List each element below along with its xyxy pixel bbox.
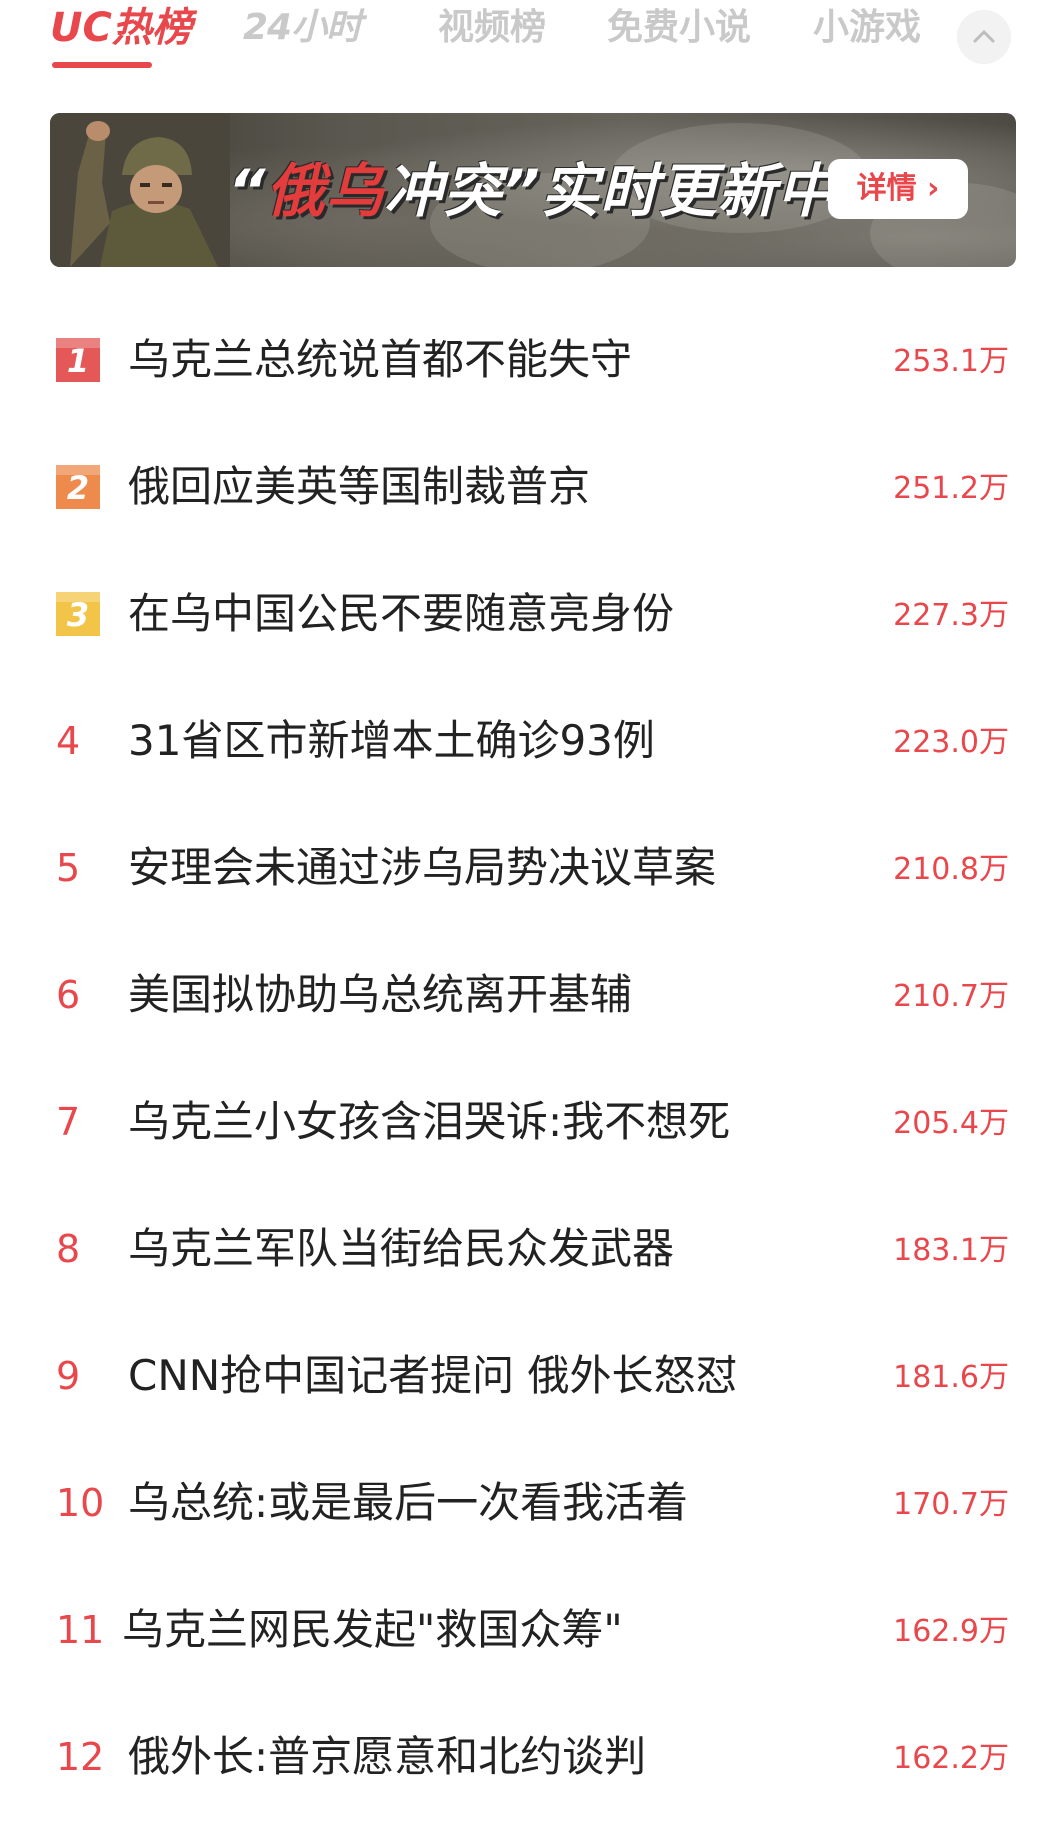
item-heat: 251.2万: [893, 471, 1009, 506]
details-button[interactable]: 详情 ›: [828, 159, 968, 219]
rank-badge-2: 2: [56, 465, 100, 509]
list-item[interactable]: 6 美国拟协助乌总统离开基辅 210.7万: [0, 935, 1063, 1045]
item-title: 乌克兰军队当街给民众发武器: [128, 1224, 675, 1273]
item-heat: 170.7万: [893, 1487, 1009, 1522]
item-title: 在乌中国公民不要随意亮身份: [128, 589, 675, 638]
active-tab-indicator: [52, 62, 152, 68]
item-title: 安理会未通过涉乌局势决议草案: [128, 843, 717, 892]
item-heat: 183.1万: [893, 1233, 1009, 1268]
tab-video-rank[interactable]: 视频榜: [438, 4, 546, 52]
item-heat: 162.2万: [893, 1741, 1009, 1776]
list-item[interactable]: 8 乌克兰军队当街给民众发武器 183.1万: [0, 1189, 1063, 1299]
banner-headline: “俄乌冲突”实时更新中: [228, 157, 836, 225]
tab-free-novel[interactable]: 免费小说: [607, 4, 751, 52]
list-item[interactable]: 2 俄回应美英等国制裁普京 251.2万: [0, 427, 1063, 537]
item-title: 乌总统:或是最后一次看我活着: [128, 1478, 689, 1527]
tab-mini-games[interactable]: 小游戏: [813, 4, 921, 52]
item-heat: 205.4万: [893, 1106, 1009, 1141]
item-title: 31省区市新增本土确诊93例: [128, 716, 655, 765]
tab-24-hours[interactable]: 24小时: [243, 4, 362, 52]
list-item[interactable]: 5 安理会未通过涉乌局势决议草案 210.8万: [0, 808, 1063, 918]
soldier-image: [50, 113, 230, 267]
item-title: 美国拟协助乌总统离开基辅: [128, 970, 633, 1019]
list-item[interactable]: 3 在乌中国公民不要随意亮身份 227.3万: [0, 554, 1063, 664]
list-item[interactable]: 10 乌总统:或是最后一次看我活着 170.7万: [0, 1443, 1063, 1553]
list-item[interactable]: 9 CNN抢中国记者提问 俄外长怒怼 181.6万: [0, 1316, 1063, 1426]
top-tab-bar: UC热榜 24小时 视频榜 免费小说 小游戏: [0, 0, 1063, 80]
list-item[interactable]: 11 乌克兰网民发起"救国众筹" 162.9万: [0, 1570, 1063, 1680]
chevron-up-icon: [973, 30, 995, 43]
rank-number: 12: [56, 1735, 105, 1779]
item-title: 俄回应美英等国制裁普京: [128, 462, 591, 511]
item-heat: 210.7万: [893, 979, 1009, 1014]
item-title: CNN抢中国记者提问 俄外长怒怼: [128, 1351, 738, 1400]
collapse-button[interactable]: [957, 10, 1011, 64]
item-heat: 210.8万: [893, 852, 1009, 887]
list-item[interactable]: 12 俄外长:普京愿意和北约谈判 162.2万: [0, 1697, 1063, 1807]
list-item[interactable]: 4 31省区市新增本土确诊93例 223.0万: [0, 681, 1063, 791]
list-item[interactable]: 7 乌克兰小女孩含泪哭诉:我不想死 205.4万: [0, 1062, 1063, 1172]
rank-badge-3: 3: [56, 592, 100, 636]
rank-number: 7: [56, 1100, 81, 1144]
rank-number: 10: [56, 1481, 105, 1525]
item-heat: 227.3万: [893, 598, 1009, 633]
item-title: 乌克兰网民发起"救国众筹": [122, 1605, 623, 1654]
rank-badge-1: 1: [56, 338, 100, 382]
rank-number: 8: [56, 1227, 81, 1271]
item-title: 乌克兰小女孩含泪哭诉:我不想死: [128, 1097, 731, 1146]
item-heat: 253.1万: [893, 344, 1009, 379]
item-title: 乌克兰总统说首都不能失守: [128, 335, 633, 384]
rank-number: 5: [56, 846, 81, 890]
rank-number: 4: [56, 719, 81, 763]
rank-number: 6: [56, 973, 81, 1017]
item-heat: 223.0万: [893, 725, 1009, 760]
tab-uc-hot[interactable]: UC热榜: [50, 4, 192, 52]
conflict-live-banner[interactable]: “俄乌冲突”实时更新中 详情 ›: [50, 113, 1016, 267]
rank-number: 9: [56, 1354, 81, 1398]
item-title: 俄外长:普京愿意和北约谈判: [128, 1732, 647, 1781]
item-heat: 162.9万: [893, 1614, 1009, 1649]
list-item[interactable]: 1 乌克兰总统说首都不能失守 253.1万: [0, 300, 1063, 410]
rank-number: 11: [56, 1608, 105, 1652]
item-heat: 181.6万: [893, 1360, 1009, 1395]
